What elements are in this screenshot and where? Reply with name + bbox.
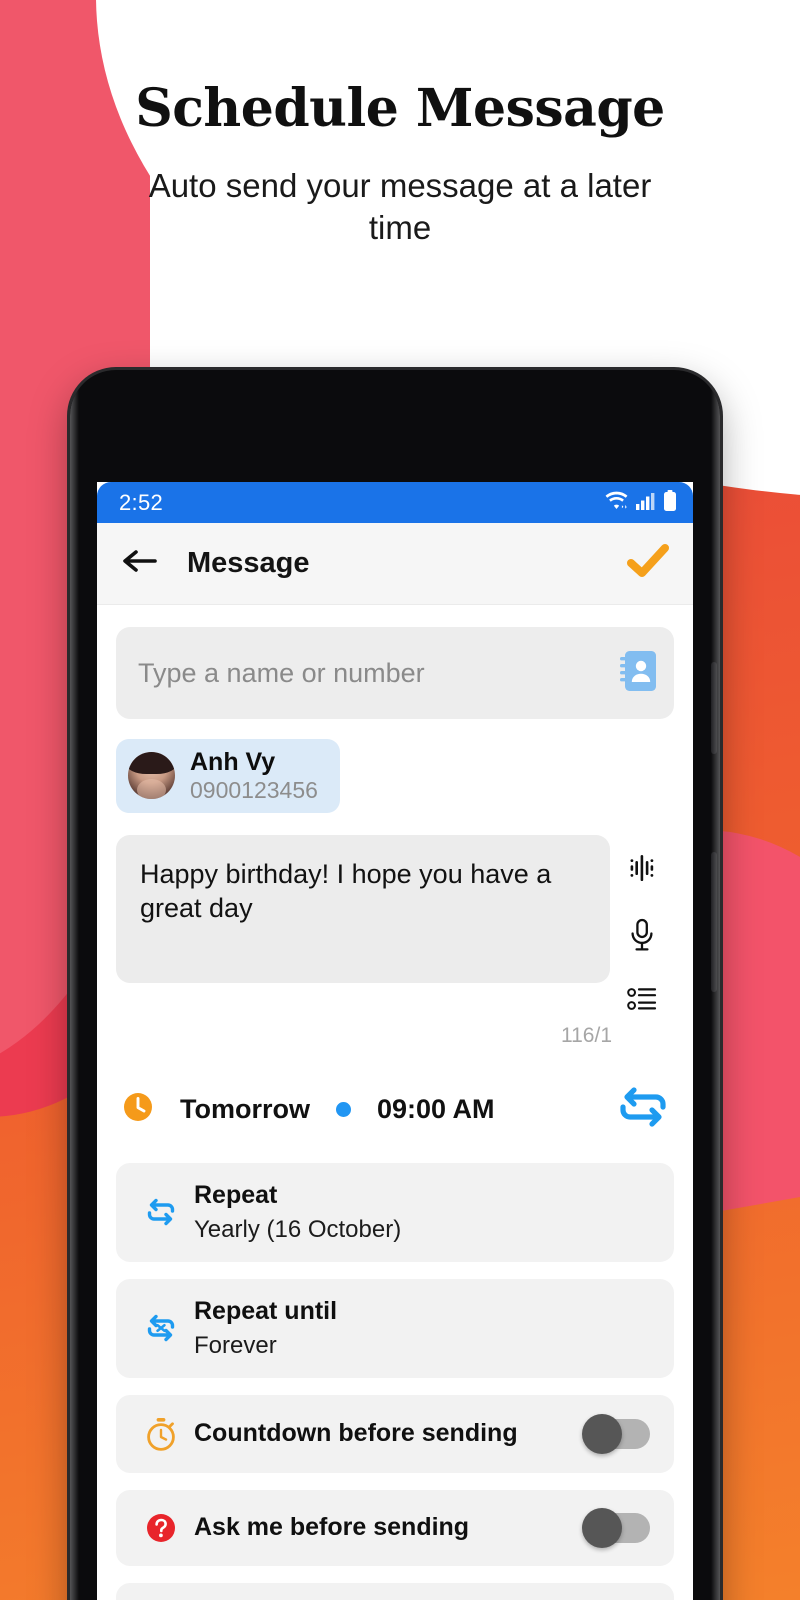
repeat-icon[interactable] [616, 1084, 670, 1135]
promo-title: Schedule Message [135, 78, 665, 139]
cellular-signal-icon [636, 491, 656, 515]
option-value: Forever [194, 1331, 277, 1359]
option-title: Repeat [194, 1180, 278, 1209]
options-list: Repeat Yearly (16 October) Repeat until … [116, 1162, 674, 1600]
option-row-countdown[interactable]: Countdown before sending [116, 1394, 674, 1473]
status-bar: 2:52 [97, 482, 693, 523]
schedule-row[interactable]: Tomorrow 09:00 AM [116, 1084, 674, 1135]
message-tools [610, 835, 674, 1018]
schedule-separator-dot [336, 1101, 351, 1117]
stopwatch-icon [138, 1417, 184, 1451]
toggle-knob [582, 1413, 622, 1454]
wifi-icon [604, 490, 629, 516]
option-row-repeat-until[interactable]: Repeat until Forever [116, 1278, 674, 1378]
message-input-row: Happy birthday! I hope you have a great … [116, 834, 674, 1018]
contact-chip[interactable]: Anh Vy 0900123456 [116, 739, 340, 813]
page-title: Message [187, 547, 310, 579]
option-row-ask-me[interactable]: Ask me before sending [116, 1489, 674, 1566]
countdown-toggle[interactable] [582, 1413, 650, 1454]
character-counter: 116/1 [561, 1023, 612, 1047]
option-title: Repeat until [194, 1296, 338, 1325]
clock-icon [122, 1091, 154, 1128]
status-bar-time: 2:52 [119, 489, 164, 515]
message-compose-content: Type a name or number Anh Vy 0900123456 … [97, 605, 693, 1600]
promo-text: Schedule Message Auto send your message … [0, 78, 800, 249]
option-text: Repeat until Forever [194, 1297, 650, 1360]
phone-mockup: 2:52 Message Type a name or number Anh V… [70, 370, 720, 1600]
schedule-time[interactable]: 09:00 AM [377, 1094, 495, 1125]
status-bar-icons [604, 489, 677, 516]
repeat-until-icon [138, 1313, 184, 1343]
checkmark-icon[interactable] [627, 544, 669, 583]
app-bar: Message [97, 523, 693, 605]
microphone-icon[interactable] [628, 918, 656, 957]
phone-screen: 2:52 Message Type a name or number Anh V… [97, 482, 693, 1600]
question-icon [138, 1512, 184, 1544]
schedule-day[interactable]: Tomorrow [180, 1094, 310, 1125]
back-arrow-icon[interactable] [121, 546, 161, 581]
option-row-repeat[interactable]: Repeat Yearly (16 October) [116, 1162, 674, 1262]
battery-icon [663, 489, 677, 516]
power-button[interactable] [711, 662, 717, 754]
contact-chip-text: Anh Vy 0900123456 [190, 749, 318, 803]
promo-subtitle: Auto send your message at a later time [148, 167, 652, 247]
option-title: Countdown before sending [194, 1419, 518, 1448]
sparkle-icon[interactable] [627, 853, 657, 888]
contacts-book-icon[interactable] [618, 649, 658, 698]
promo-screenshot: Schedule Message Auto send your message … [0, 0, 800, 1600]
message-input[interactable]: Happy birthday! I hope you have a great … [116, 834, 610, 983]
option-title: Ask me before sending [194, 1513, 470, 1542]
option-text: Ask me before sending [194, 1513, 584, 1542]
volume-button[interactable] [711, 852, 717, 992]
repeat-icon [138, 1197, 184, 1227]
option-value: Yearly (16 October) [194, 1215, 402, 1243]
option-text: Repeat Yearly (16 October) [194, 1181, 650, 1244]
contact-name: Anh Vy [190, 748, 276, 776]
avatar [128, 752, 175, 800]
toggle-knob [582, 1507, 622, 1548]
option-text: Countdown before sending [194, 1419, 584, 1448]
template-list-icon[interactable] [627, 987, 657, 1018]
ask-me-toggle[interactable] [582, 1507, 650, 1548]
contact-number: 0900123456 [190, 777, 318, 803]
recipient-input[interactable]: Type a name or number [116, 627, 674, 719]
option-row-partial[interactable] [116, 1582, 674, 1600]
recipient-placeholder: Type a name or number [138, 657, 425, 688]
